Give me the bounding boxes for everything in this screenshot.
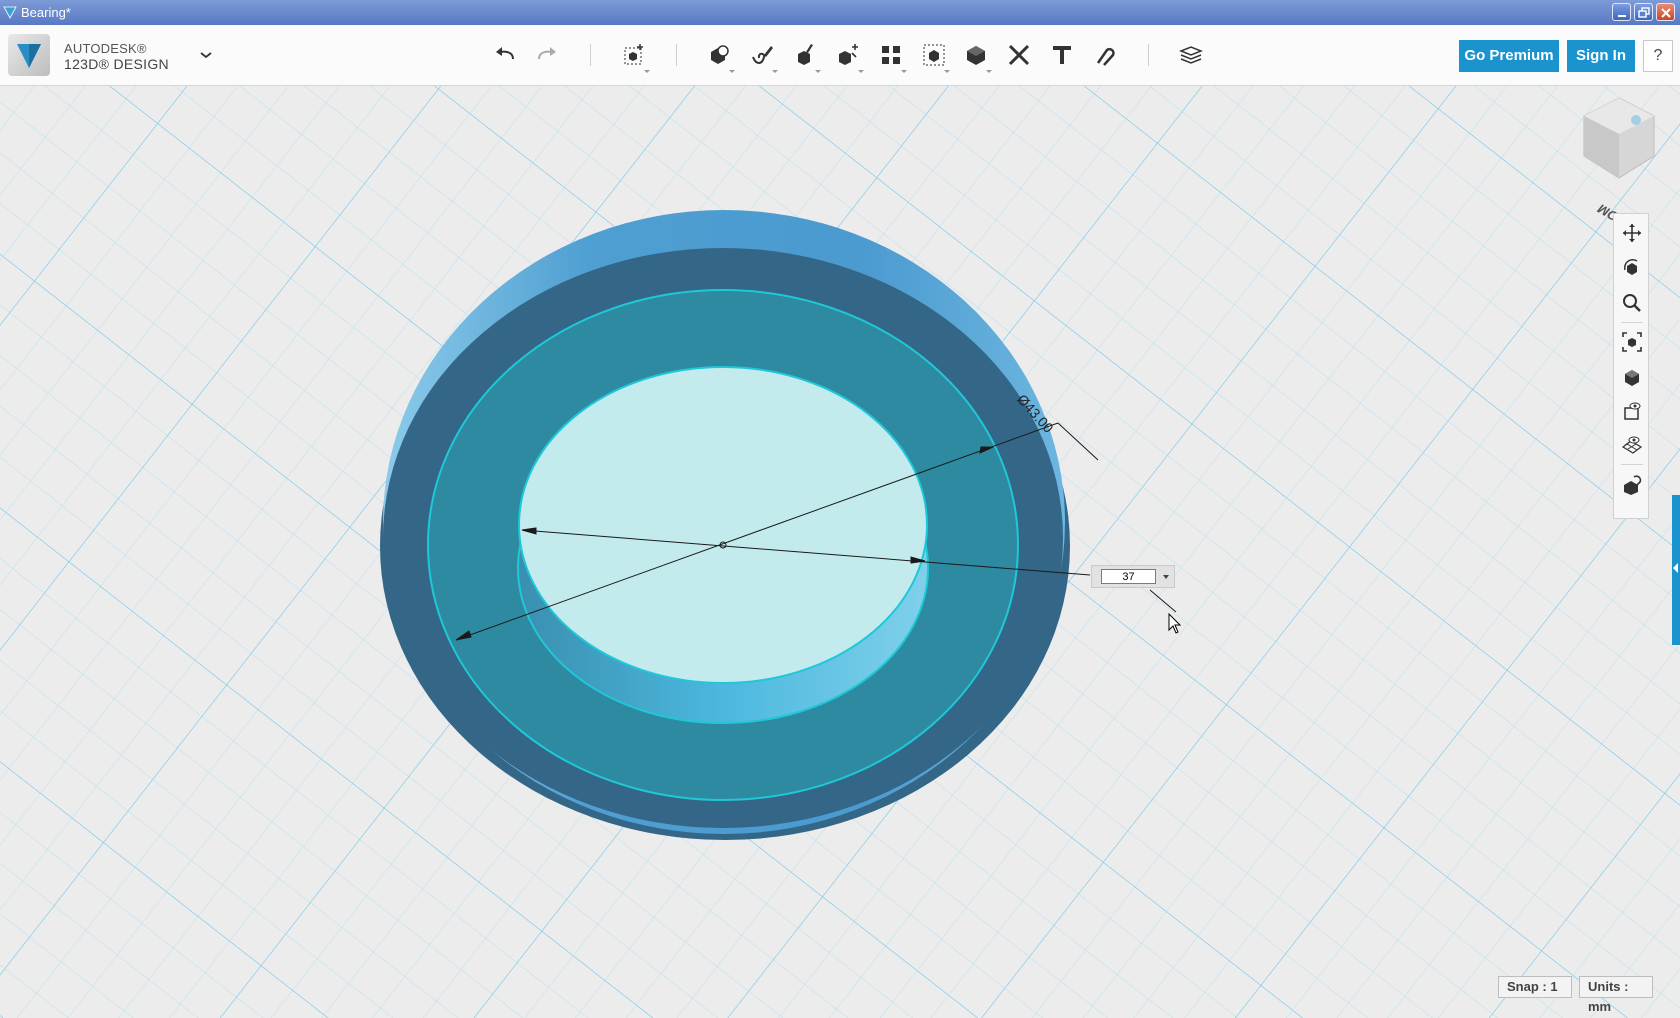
dimension-value-input[interactable] bbox=[1101, 569, 1156, 584]
grid-icon bbox=[1622, 436, 1642, 454]
construct-button[interactable] bbox=[789, 39, 821, 73]
nav-divider bbox=[1621, 464, 1643, 465]
restore-button[interactable] bbox=[1634, 3, 1653, 21]
chevron-down-icon[interactable] bbox=[198, 47, 214, 63]
combine-button[interactable] bbox=[960, 39, 992, 73]
restore-icon bbox=[1638, 7, 1650, 18]
modify-icon bbox=[839, 44, 858, 65]
grouping-icon bbox=[923, 44, 945, 66]
material-button[interactable] bbox=[1175, 39, 1207, 71]
text-button[interactable] bbox=[1046, 39, 1078, 71]
snap-icon bbox=[1096, 47, 1115, 66]
materials-button[interactable] bbox=[1619, 472, 1645, 498]
window-titlebar: Bearing* bbox=[0, 0, 1680, 25]
sign-in-button[interactable]: Sign In bbox=[1567, 40, 1635, 72]
autodesk-123d-logo-icon bbox=[17, 44, 41, 68]
scene-canvas[interactable] bbox=[0, 86, 1680, 1018]
redo-button[interactable] bbox=[531, 39, 563, 71]
dimension-input-box bbox=[1091, 565, 1175, 588]
construct-icon bbox=[798, 44, 813, 65]
fit-icon bbox=[1622, 332, 1642, 352]
visibility-button[interactable] bbox=[1619, 398, 1645, 424]
sketch-button[interactable] bbox=[746, 39, 778, 73]
primitives-icon bbox=[711, 45, 729, 64]
dropdown-caret-icon bbox=[986, 70, 992, 73]
undo-button[interactable] bbox=[489, 39, 521, 71]
close-icon bbox=[1661, 8, 1671, 18]
dropdown-caret-icon bbox=[729, 70, 735, 73]
toolbar-divider bbox=[676, 44, 677, 66]
pan-icon bbox=[1623, 224, 1641, 242]
main-toolbar: AUTODESK® 123D® DESIGN Go Premium Sign I… bbox=[0, 25, 1680, 86]
app-menu-logo[interactable] bbox=[8, 34, 50, 76]
transform-button[interactable] bbox=[618, 39, 650, 73]
view-mode-icon bbox=[1625, 370, 1639, 386]
window-title: Bearing* bbox=[21, 5, 71, 20]
pattern-button[interactable] bbox=[875, 39, 907, 73]
navigation-bar bbox=[1613, 213, 1649, 519]
dropdown-arrow-icon[interactable] bbox=[1161, 572, 1171, 582]
orbit-button[interactable] bbox=[1619, 255, 1645, 281]
fit-button[interactable] bbox=[1619, 329, 1645, 355]
measure-icon bbox=[1008, 44, 1030, 66]
dropdown-caret-icon bbox=[858, 70, 864, 73]
dropdown-caret-icon bbox=[901, 70, 907, 73]
bearing-body[interactable] bbox=[380, 210, 1070, 840]
snap-button[interactable] bbox=[1089, 39, 1121, 71]
brand-product: 123D® DESIGN bbox=[64, 56, 169, 72]
orbit-icon bbox=[1623, 258, 1638, 275]
app-logo-icon bbox=[3, 6, 17, 19]
minimize-icon bbox=[1618, 15, 1626, 17]
visibility-icon bbox=[1624, 402, 1641, 420]
dropdown-caret-icon bbox=[815, 70, 821, 73]
side-panel-tab[interactable] bbox=[1672, 495, 1680, 645]
pattern-icon bbox=[882, 46, 900, 64]
undo-icon bbox=[496, 47, 514, 60]
3d-viewport[interactable]: BOTTOM Ø43.00 bbox=[0, 86, 1680, 1018]
grid-button[interactable] bbox=[1619, 432, 1645, 458]
view-mode-button[interactable] bbox=[1619, 364, 1645, 390]
grouping-button[interactable] bbox=[918, 39, 950, 73]
modify-button[interactable] bbox=[832, 39, 864, 73]
zoom-icon bbox=[1623, 294, 1641, 312]
units-status[interactable]: Units : mm bbox=[1579, 976, 1653, 1014]
bore-face bbox=[518, 366, 928, 684]
dropdown-caret-icon bbox=[944, 70, 950, 73]
dropdown-caret-icon bbox=[772, 70, 778, 73]
brand-company: AUTODESK® bbox=[64, 41, 147, 56]
redo-icon bbox=[538, 47, 556, 60]
minimize-button[interactable] bbox=[1612, 3, 1631, 21]
measure-button[interactable] bbox=[1003, 39, 1035, 71]
transform-icon bbox=[624, 44, 643, 65]
zoom-button[interactable] bbox=[1619, 290, 1645, 316]
snap-status[interactable]: Snap : 1 bbox=[1498, 976, 1572, 998]
sketch-icon bbox=[752, 46, 773, 64]
close-button[interactable] bbox=[1656, 3, 1675, 21]
mouse-cursor-icon bbox=[1168, 613, 1182, 634]
help-button[interactable]: ? bbox=[1643, 40, 1673, 72]
materials-icon bbox=[1624, 475, 1642, 495]
combine-icon bbox=[967, 46, 985, 65]
view-cube[interactable] bbox=[1576, 94, 1662, 184]
go-premium-button[interactable]: Go Premium bbox=[1459, 40, 1559, 72]
text-icon bbox=[1053, 46, 1071, 64]
primitives-button[interactable] bbox=[703, 39, 735, 73]
material-icon bbox=[1179, 46, 1203, 64]
toolbar-divider bbox=[1148, 44, 1149, 66]
dropdown-caret-icon bbox=[644, 70, 650, 73]
nav-divider bbox=[1621, 322, 1643, 323]
chevron-left-icon bbox=[1673, 563, 1678, 573]
pan-button[interactable] bbox=[1619, 220, 1645, 246]
toolbar-divider bbox=[590, 44, 591, 66]
